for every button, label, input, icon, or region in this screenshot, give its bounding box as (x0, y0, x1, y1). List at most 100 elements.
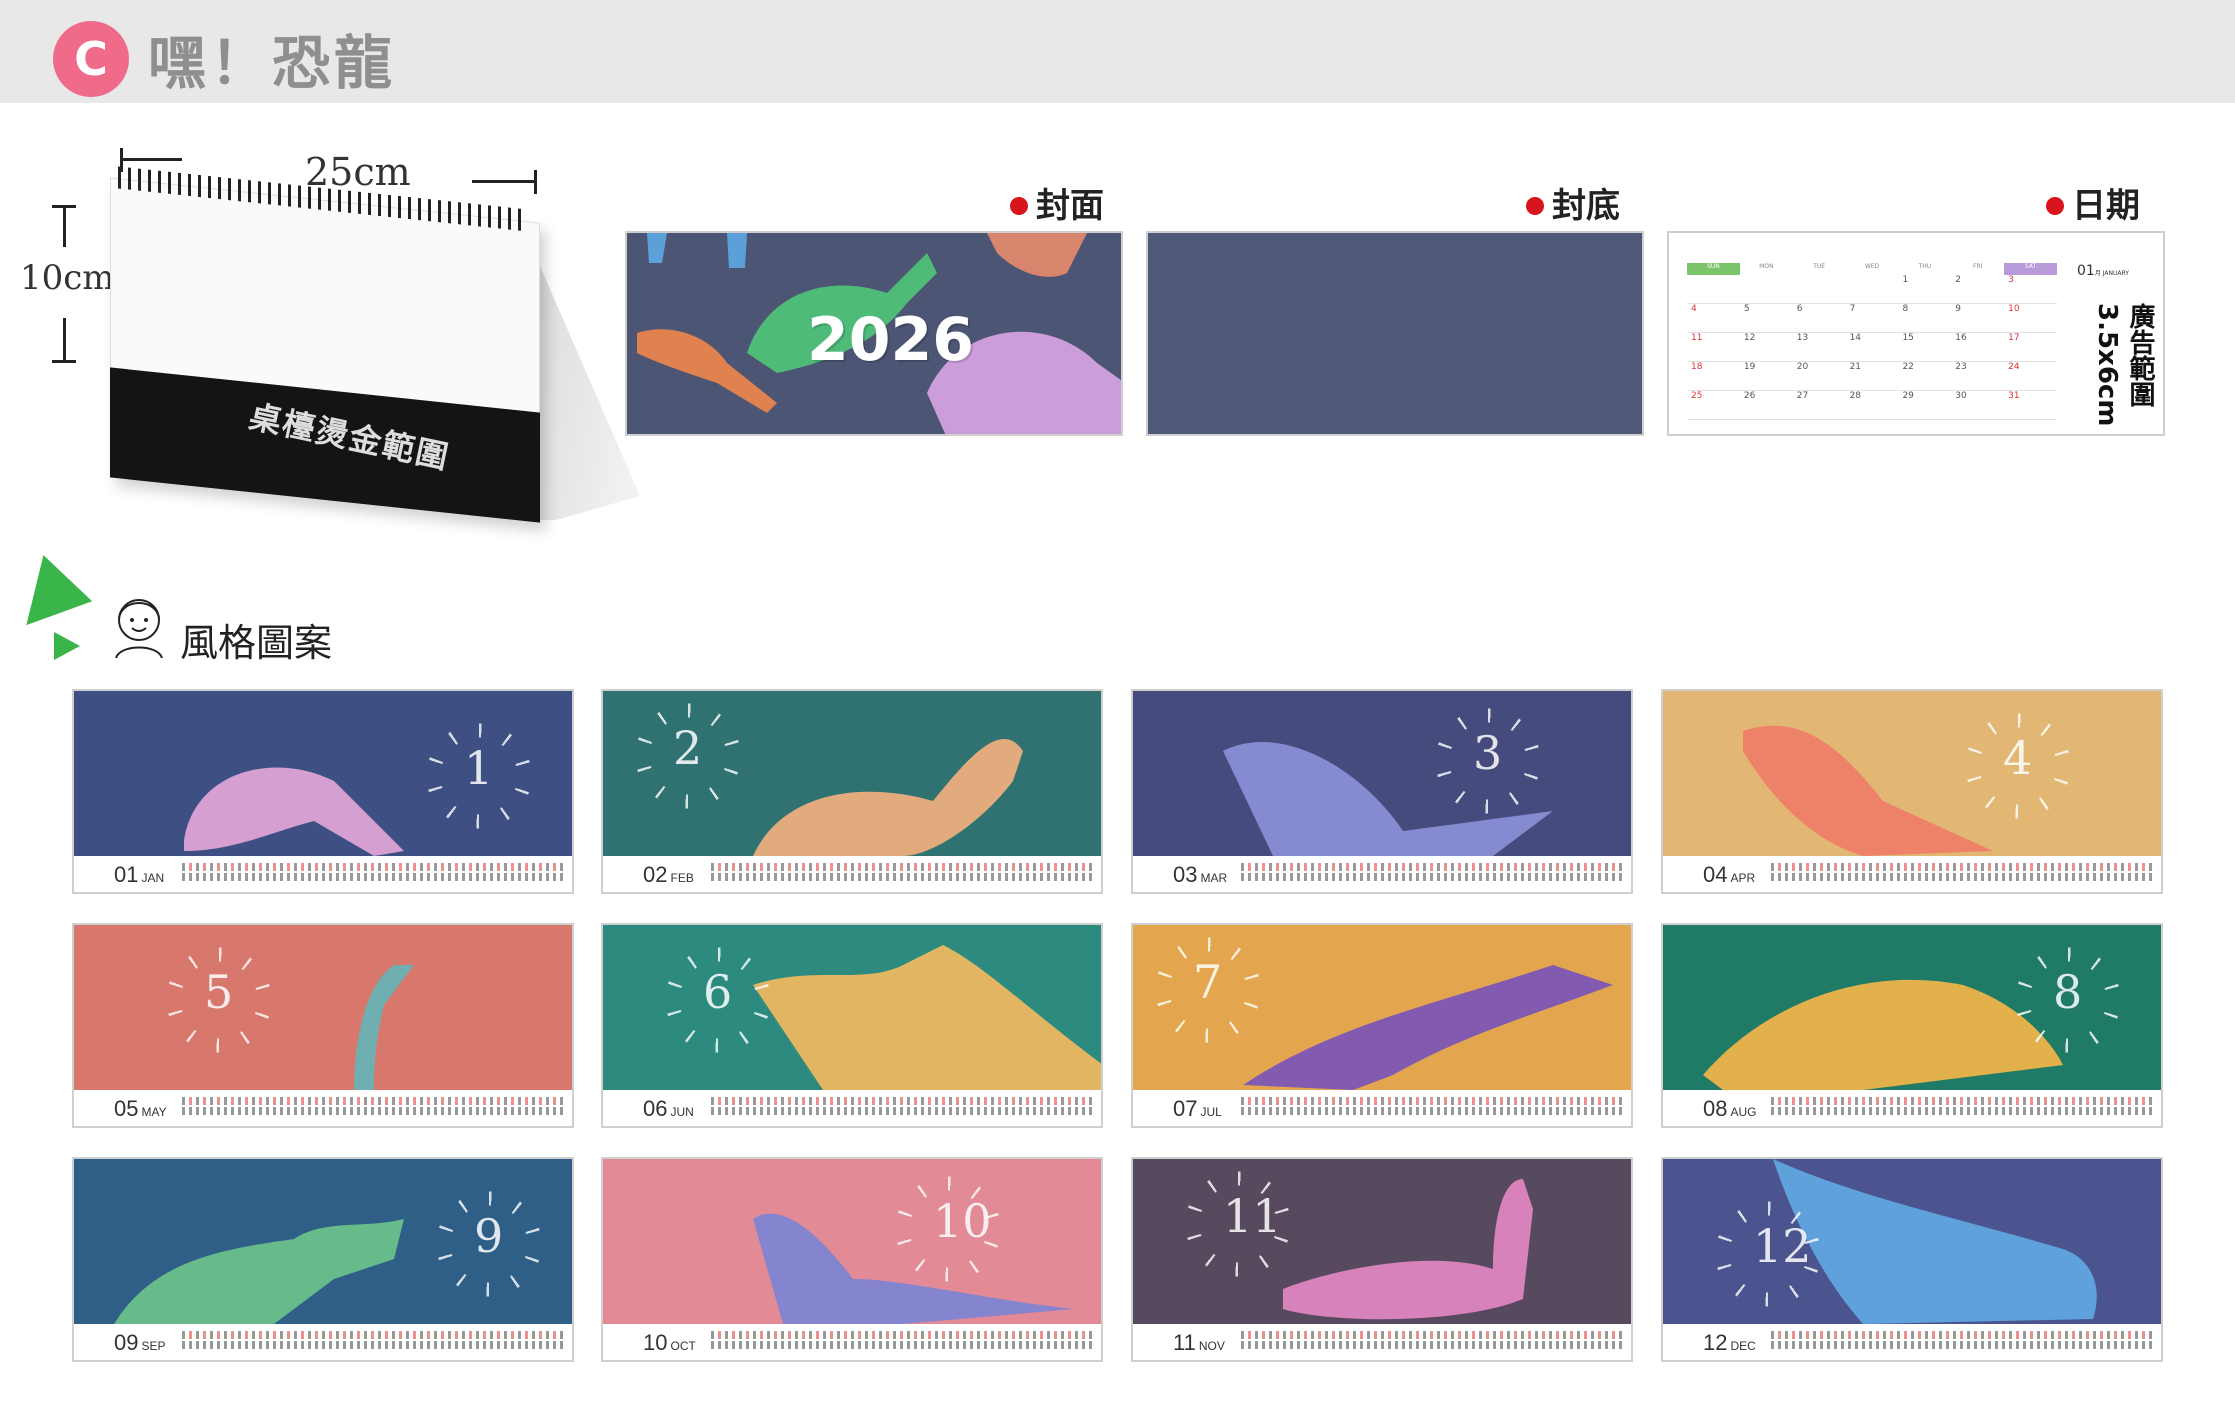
calendar-day (1739, 275, 1793, 304)
girl-face-icon (115, 599, 163, 659)
calendar-weekday: SAT (2004, 263, 2058, 275)
month-card-04: 4 04 APR (1661, 689, 2163, 894)
day-strip (182, 861, 566, 887)
month-label: 10 OCT (643, 1330, 696, 1355)
cover-year: 2026 (807, 305, 974, 375)
handwritten-month-number: 2 (673, 721, 703, 775)
month-label: 06 JUN (643, 1096, 694, 1121)
calendar-day: 15 (1898, 333, 1952, 362)
calendar-day: 26 (1739, 391, 1793, 420)
calendar-day: 1 (1898, 275, 1952, 304)
month-card-date-strip: 09 SEP (74, 1324, 572, 1360)
month-label: 03 MAR (1173, 862, 1228, 887)
cover-heading: 封面 (1010, 178, 1104, 227)
calendar-day: 24 (2004, 362, 2058, 391)
day-strip (1241, 1095, 1625, 1121)
handwritten-month-number: 7 (1193, 955, 1223, 1009)
month-card-artwork: 11 (1133, 1159, 1631, 1324)
day-numbers-row (711, 873, 1095, 881)
day-numbers-row (711, 1341, 1095, 1349)
calendar-day: 2 (1951, 275, 2005, 304)
back-heading: 封底 (1526, 178, 1620, 227)
calendar-day (1687, 275, 1740, 304)
dinosaur-illustration (1223, 742, 1553, 856)
weekday-letters-row (1241, 1097, 1625, 1105)
month-card-09: 9 09 SEP (72, 1157, 574, 1362)
handwritten-month-number: 4 (2003, 731, 2033, 785)
calendar-day: 5 (1739, 304, 1793, 333)
calendar-weekday: THU (1918, 263, 1932, 270)
calendar-weekday-row: SUN MON TUE WED THU FRI SAT (1687, 263, 2058, 275)
calendar-day: 25 (1687, 391, 1740, 420)
month-label: 11 NOV (1173, 1330, 1225, 1355)
month-card-artwork: 9 (74, 1159, 572, 1324)
day-strip (1771, 1329, 2155, 1355)
day-numbers-row (1241, 873, 1625, 881)
dinosaur-illustration (753, 1213, 1073, 1324)
month-label: 07 JUL (1173, 1096, 1222, 1121)
calendar-weekday: FRI (1973, 263, 1983, 270)
weekday-letters-row (1771, 863, 2155, 871)
series-badge: C (53, 21, 129, 97)
day-numbers-row (182, 873, 566, 881)
calendar-day: 17 (2004, 333, 2058, 362)
month-card-date-strip: 01 JAN (74, 856, 572, 892)
month-card-artwork: 1 (74, 691, 572, 856)
month-card-date-strip: 12 DEC (1663, 1324, 2161, 1360)
calendar-day: 14 (1845, 333, 1899, 362)
handwritten-month-number: 3 (1473, 726, 1503, 780)
green-triangle-icon (5, 544, 93, 626)
height-line-bottom (63, 318, 66, 360)
month-card-artwork: 8 (1663, 925, 2161, 1090)
calendar-day: 18 (1687, 362, 1740, 391)
calendar-day: 30 (1951, 391, 2005, 420)
red-dot-icon (1010, 197, 1028, 215)
month-card-date-strip: 11 NOV (1133, 1324, 1631, 1360)
calendar-month-label: 01月 JANUARY (2077, 263, 2129, 279)
month-card-03: 3 03 MAR (1131, 689, 1633, 894)
calendar-day: 7 (1845, 304, 1899, 333)
weekday-letters-row (182, 1097, 566, 1105)
calendar-day: 27 (1792, 391, 1846, 420)
dinosaur-shape (184, 767, 404, 856)
month-label: 09 SEP (114, 1330, 166, 1355)
month-card-date-strip: 04 APR (1663, 856, 2161, 892)
day-numbers-row (1771, 873, 2155, 881)
calendar-day: 4 (1687, 304, 1740, 333)
weekday-letters-row (1771, 1097, 2155, 1105)
calendar-week-row: 25 26 27 28 29 30 31 (1687, 391, 2058, 420)
day-strip (182, 1329, 566, 1355)
dinosaur-shape (753, 945, 1101, 1090)
month-label: 12 DEC (1703, 1330, 1756, 1355)
calendar-day: 13 (1792, 333, 1846, 362)
day-numbers-row (1771, 1107, 2155, 1115)
handwritten-month-number: 6 (703, 965, 733, 1019)
day-numbers-row (1241, 1341, 1625, 1349)
calendar-weekday: WED (1864, 263, 1880, 270)
dinosaur-shape (1703, 979, 2063, 1090)
day-numbers-row (182, 1341, 566, 1349)
day-numbers-row (182, 1107, 566, 1115)
calendar-day: 29 (1898, 391, 1952, 420)
width-line-left (120, 158, 182, 161)
day-strip (1771, 1095, 2155, 1121)
day-strip (711, 861, 1095, 887)
calendar-day (1792, 275, 1846, 304)
dinosaur-shape (1283, 1179, 1533, 1320)
green-triangle-small-icon (54, 632, 80, 660)
month-card-date-strip: 05 MAY (74, 1090, 572, 1126)
month-card-artwork: 4 (1663, 691, 2161, 856)
calendar-day: 19 (1739, 362, 1793, 391)
weekday-letters-row (711, 1331, 1095, 1339)
day-strip (711, 1095, 1095, 1121)
month-card-artwork: 3 (1133, 691, 1631, 856)
day-strip (711, 1329, 1095, 1355)
day-numbers-row (1241, 1107, 1625, 1115)
month-card-date-strip: 10 OCT (603, 1324, 1101, 1360)
calendar-day: 8 (1898, 304, 1952, 333)
calendar-week-row: 4 5 6 7 8 9 10 (1687, 304, 2058, 333)
back-panel (1146, 231, 1644, 436)
month-card-07: 7 07 JUL (1131, 923, 1633, 1128)
month-card-date-strip: 08 AUG (1663, 1090, 2161, 1126)
month-label: 08 AUG (1703, 1096, 1757, 1121)
